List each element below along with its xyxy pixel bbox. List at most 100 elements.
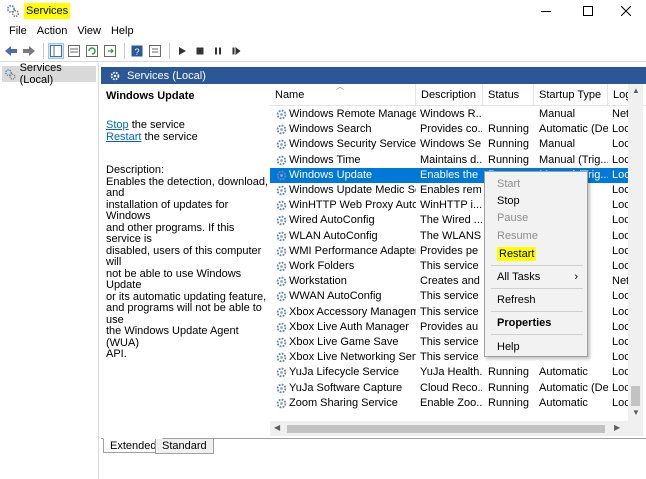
description-line: the Windows Update Agent (WUA)	[106, 325, 239, 349]
table-row[interactable]: Windows Security Service Windows Se... Run…	[270, 137, 630, 152]
scroll-right-icon[interactable]: ▶	[614, 423, 620, 432]
table-row[interactable]: YuJa Lifecycle Service YuJa Health... Runn…	[270, 365, 630, 380]
service-name: Xbox Live Game Save	[289, 336, 399, 348]
vertical-scrollbar[interactable]: ▲ ▼	[628, 84, 643, 436]
vertical-scroll-thumb[interactable]	[631, 386, 640, 406]
close-icon	[621, 6, 631, 16]
table-row[interactable]: Windows Remote Manage... Windows R... Manu…	[270, 107, 629, 122]
stop-service-link[interactable]: Stop	[106, 119, 129, 131]
service-name: WinHTTP Web Proxy Auto-...	[289, 199, 416, 212]
tree-item-services-local[interactable]: Services (Local)	[2, 62, 96, 86]
submenu-chevron-icon: ›	[574, 271, 578, 283]
close-button[interactable]	[606, 0, 646, 22]
service-status: Running	[488, 153, 529, 166]
scroll-left-icon[interactable]: ◀	[274, 423, 280, 432]
service-status: Running	[488, 138, 529, 151]
service-description: The Wired ...	[420, 214, 482, 227]
context-menu-refresh[interactable]: Refresh	[486, 292, 586, 308]
service-name: Windows Time	[289, 153, 361, 166]
service-description: This service	[420, 290, 479, 303]
service-name: Work Folders	[289, 260, 355, 272]
services-gear-icon	[5, 68, 16, 80]
scroll-down-icon[interactable]: ▼	[632, 408, 640, 417]
scroll-up-icon[interactable]: ▲	[632, 86, 640, 95]
service-description: Windows Se...	[420, 138, 482, 151]
panel-header-title: Services (Local)	[127, 69, 206, 82]
forward-arrow-icon	[23, 45, 35, 56]
service-gear-icon	[276, 246, 287, 257]
description-line: API.	[106, 348, 127, 360]
column-header-status[interactable]: Status	[483, 84, 534, 106]
pause-icon	[215, 47, 221, 54]
menu-view[interactable]: View	[72, 22, 106, 40]
column-header-name[interactable]: Name	[270, 84, 416, 106]
column-header-description[interactable]: Description	[416, 84, 483, 106]
service-name: YuJa Lifecycle Service	[289, 366, 400, 379]
service-gear-icon	[276, 292, 287, 302]
list-view-button[interactable]	[66, 43, 82, 59]
tab-standard[interactable]: Standard	[155, 439, 214, 454]
context-menu-restart-item[interactable]: Restart	[486, 246, 586, 262]
service-description: WinHTTP i...	[420, 199, 482, 212]
horizontal-scroll-thumb[interactable]	[287, 425, 605, 433]
description-text: Enables the detection, download, and ins…	[106, 176, 269, 361]
svg-text:?: ?	[135, 47, 140, 57]
service-description: Windows R...	[420, 108, 482, 120]
table-row[interactable]: Windows Time Maintains d... Running Manual …	[270, 153, 630, 168]
panel-header: Services (Local)	[101, 67, 646, 84]
restart-service-link[interactable]: Restart	[106, 131, 141, 143]
service-description: Provides pe	[420, 244, 479, 257]
service-gear-icon	[276, 155, 287, 165]
service-gear-icon	[276, 109, 287, 120]
title-bar: Services	[0, 0, 646, 22]
show-hide-console-tree-button[interactable]	[48, 42, 64, 59]
service-description: This service	[420, 336, 479, 348]
list-view-icon	[68, 44, 80, 57]
minimize-button[interactable]	[526, 0, 566, 22]
toolbar-separator	[124, 42, 125, 59]
context-menu-help[interactable]: Help	[486, 339, 586, 355]
service-gear-icon	[276, 185, 287, 196]
service-gear-icon	[276, 383, 287, 393]
context-menu-resume[interactable]: Resume	[486, 228, 586, 244]
service-gear-icon	[276, 140, 287, 150]
back-button[interactable]	[3, 43, 19, 59]
context-menu-start[interactable]: Start	[486, 176, 586, 192]
context-menu-all-tasks[interactable]: All Tasks ›	[486, 269, 586, 285]
service-name: Xbox Live Auth Manager	[289, 320, 409, 333]
maximize-button[interactable]	[568, 0, 608, 22]
start-service-button[interactable]	[174, 43, 190, 59]
service-status: Running	[488, 366, 529, 379]
context-menu-stop[interactable]: Stop	[486, 193, 586, 209]
table-row[interactable]: YuJa Software Capture Cloud Reco... Runnin…	[270, 381, 630, 396]
service-startup-type: Automatic (De...	[539, 123, 608, 136]
menu-file[interactable]: File	[4, 22, 32, 40]
column-header-row: ︿ Name Description Status Startup Type L…	[270, 84, 646, 106]
help-button[interactable]: ?	[129, 43, 145, 59]
pause-service-button[interactable]	[210, 43, 226, 59]
service-gear-icon	[276, 200, 287, 211]
service-startup-type: Manual	[539, 138, 576, 151]
menu-help[interactable]: Help	[106, 22, 139, 40]
stop-service-button[interactable]	[192, 43, 208, 59]
refresh-button[interactable]	[84, 43, 100, 59]
restart-service-button[interactable]	[228, 43, 244, 59]
table-row[interactable]: Windows Search Provides co... Running Autom…	[270, 122, 630, 137]
service-name: Wired AutoConfig	[289, 214, 375, 227]
service-status: Running	[488, 381, 529, 394]
horizontal-scrollbar[interactable]: ◀ ▶	[270, 421, 628, 436]
properties-button[interactable]	[147, 43, 163, 59]
context-menu-properties[interactable]: Properties	[486, 315, 586, 331]
service-startup-type: Automatic	[539, 366, 588, 379]
menu-action[interactable]: Action	[32, 22, 73, 40]
export-list-button[interactable]	[102, 43, 118, 59]
table-row[interactable]: Zoom Sharing Service Enable Zoo... Running…	[270, 396, 630, 411]
services-gear-icon	[110, 71, 120, 80]
stop-icon	[196, 47, 204, 54]
column-header-startup-type[interactable]: Startup Type	[534, 84, 608, 106]
service-gear-icon	[276, 170, 287, 181]
forward-button[interactable]	[21, 43, 37, 59]
context-menu-pause[interactable]: Pause	[486, 210, 586, 226]
service-name: Windows Remote Manage...	[289, 108, 416, 120]
service-name: Workstation	[289, 275, 347, 288]
